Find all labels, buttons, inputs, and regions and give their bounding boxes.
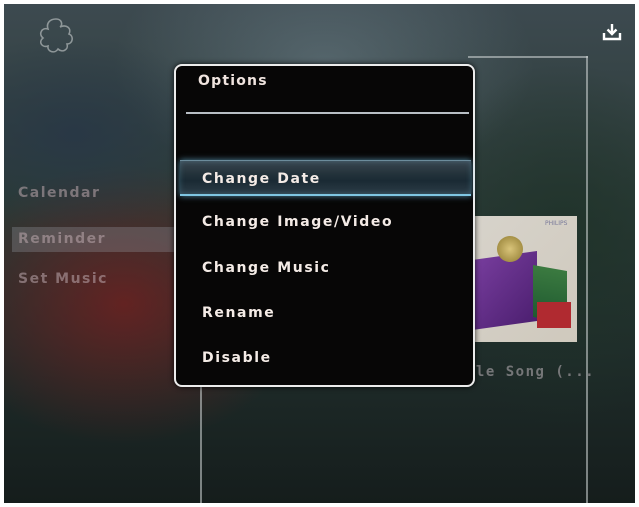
gift-bow-image (497, 236, 523, 262)
screen-background: Calendar Reminder Set Music PHILIPS ple … (4, 4, 635, 503)
menu-item-change-date[interactable]: Change Date (180, 160, 471, 196)
frame-divider (586, 56, 588, 503)
options-dialog: Options Change Date Change Image/Video C… (174, 64, 475, 387)
menu-item-change-music[interactable]: Change Music (180, 250, 471, 286)
gift-box-image (465, 250, 537, 332)
brand-logo: PHILIPS (545, 220, 568, 227)
dialog-divider (186, 112, 469, 114)
sidebar-item-reminder[interactable]: Reminder (18, 231, 106, 247)
flower-icon[interactable] (36, 16, 76, 54)
menu-item-disable[interactable]: Disable (180, 340, 471, 376)
gift-box-image (537, 302, 571, 328)
sidebar-item-set-music[interactable]: Set Music (18, 271, 108, 287)
menu-item-change-image-video[interactable]: Change Image/Video (180, 204, 471, 240)
sidebar-item-calendar[interactable]: Calendar (18, 185, 100, 201)
thumbnail-label: ple Song (... (466, 364, 596, 380)
frame-divider (200, 384, 202, 503)
download-icon[interactable] (602, 22, 622, 42)
menu-item-rename[interactable]: Rename (180, 295, 471, 331)
frame-divider (468, 56, 588, 58)
dialog-title: Options (198, 73, 268, 89)
